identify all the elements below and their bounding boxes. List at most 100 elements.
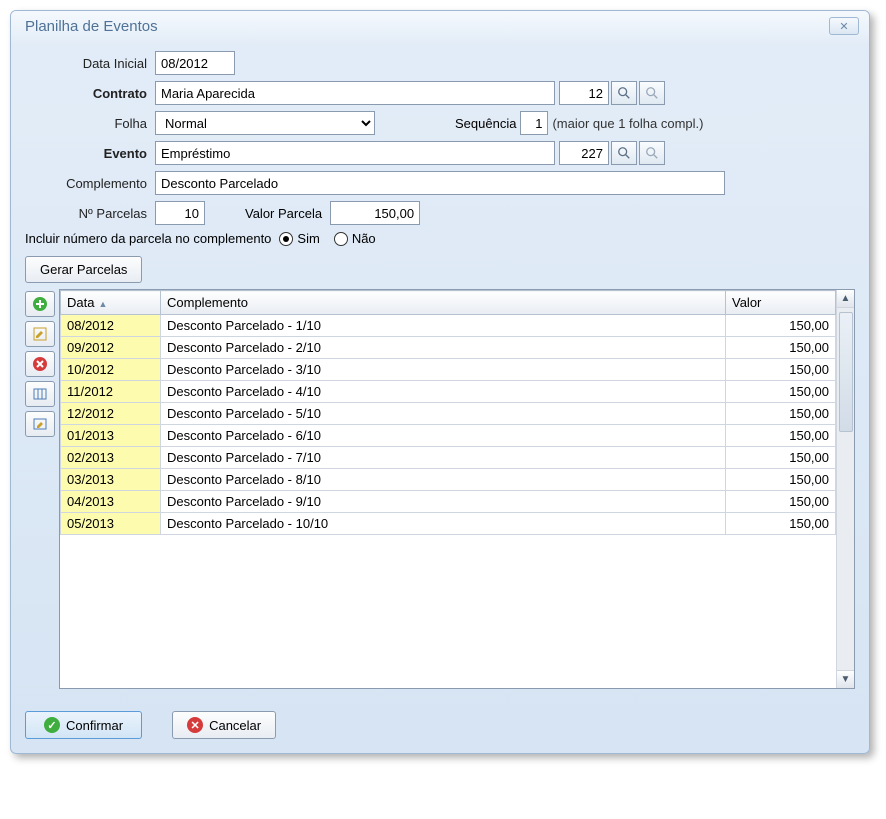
cell-complemento[interactable]: Desconto Parcelado - 2/10 — [161, 337, 726, 359]
table-row[interactable]: 12/2012Desconto Parcelado - 5/10150,00 — [61, 403, 836, 425]
table-row[interactable]: 09/2012Desconto Parcelado - 2/10150,00 — [61, 337, 836, 359]
label-n-parcelas: Nº Parcelas — [25, 206, 155, 221]
data-inicial-input[interactable] — [155, 51, 235, 75]
cell-data[interactable]: 09/2012 — [61, 337, 161, 359]
cell-data[interactable]: 08/2012 — [61, 315, 161, 337]
table-row[interactable]: 08/2012Desconto Parcelado - 1/10150,00 — [61, 315, 836, 337]
magnifier-icon — [617, 146, 631, 160]
cell-valor[interactable]: 150,00 — [726, 359, 836, 381]
x-circle-icon — [32, 356, 48, 372]
table-row[interactable]: 05/2013Desconto Parcelado - 10/10150,00 — [61, 513, 836, 535]
add-row-button[interactable] — [25, 291, 55, 317]
cell-valor[interactable]: 150,00 — [726, 315, 836, 337]
window-title: Planilha de Eventos — [25, 18, 158, 35]
grid-zone: Data▲ Complemento Valor 08/2012Desconto … — [25, 289, 855, 689]
footer: ✓ Confirmar ✕ Cancelar — [25, 711, 855, 739]
table-row[interactable]: 10/2012Desconto Parcelado - 3/10150,00 — [61, 359, 836, 381]
table-row[interactable]: 01/2013Desconto Parcelado - 6/10150,00 — [61, 425, 836, 447]
cell-complemento[interactable]: Desconto Parcelado - 3/10 — [161, 359, 726, 381]
scroll-up-icon[interactable]: ▲ — [837, 290, 854, 308]
cell-data[interactable]: 03/2013 — [61, 469, 161, 491]
radio-dot-icon — [279, 232, 293, 246]
radio-sim-label: Sim — [297, 231, 319, 246]
cell-valor[interactable]: 150,00 — [726, 491, 836, 513]
edit-cell-button[interactable] — [25, 411, 55, 437]
cell-valor[interactable]: 150,00 — [726, 381, 836, 403]
contrato-nome-input[interactable] — [155, 81, 555, 105]
cancelar-button[interactable]: ✕ Cancelar — [172, 711, 276, 739]
label-valor-parcela: Valor Parcela — [245, 206, 322, 221]
evento-id-input[interactable] — [559, 141, 609, 165]
evento-search-button[interactable] — [611, 141, 637, 165]
cell-valor[interactable]: 150,00 — [726, 447, 836, 469]
complemento-input[interactable] — [155, 171, 725, 195]
cell-complemento[interactable]: Desconto Parcelado - 8/10 — [161, 469, 726, 491]
contrato-search-button[interactable] — [611, 81, 637, 105]
table-row[interactable]: 04/2013Desconto Parcelado - 9/10150,00 — [61, 491, 836, 513]
cell-data[interactable]: 10/2012 — [61, 359, 161, 381]
magnifier-icon — [645, 146, 659, 160]
gerar-parcelas-button[interactable]: Gerar Parcelas — [25, 256, 142, 283]
incluir-prompt: Incluir número da parcela no complemento — [25, 231, 271, 246]
magnifier-icon — [645, 86, 659, 100]
edit-row-button[interactable] — [25, 321, 55, 347]
magnifier-icon — [617, 86, 631, 100]
radio-nao[interactable]: Não — [334, 231, 376, 246]
cell-valor[interactable]: 150,00 — [726, 425, 836, 447]
cell-complemento[interactable]: Desconto Parcelado - 4/10 — [161, 381, 726, 403]
check-circle-icon: ✓ — [44, 717, 60, 733]
label-contrato: Contrato — [25, 86, 155, 101]
confirmar-button[interactable]: ✓ Confirmar — [25, 711, 142, 739]
cell-complemento[interactable]: Desconto Parcelado - 1/10 — [161, 315, 726, 337]
x-circle-icon: ✕ — [187, 717, 203, 733]
cell-complemento[interactable]: Desconto Parcelado - 5/10 — [161, 403, 726, 425]
titlebar: Planilha de Eventos ✕ — [11, 11, 869, 45]
cell-data[interactable]: 05/2013 — [61, 513, 161, 535]
vertical-scrollbar[interactable]: ▲ ▼ — [836, 290, 854, 688]
table-row[interactable]: 02/2013Desconto Parcelado - 7/10150,00 — [61, 447, 836, 469]
pencil-box-icon — [32, 416, 48, 432]
valor-parcela-input[interactable] — [330, 201, 420, 225]
delete-row-button[interactable] — [25, 351, 55, 377]
evento-nome-input[interactable] — [155, 141, 555, 165]
table-row[interactable]: 11/2012Desconto Parcelado - 4/10150,00 — [61, 381, 836, 403]
cell-complemento[interactable]: Desconto Parcelado - 6/10 — [161, 425, 726, 447]
contrato-search2-button[interactable] — [639, 81, 665, 105]
columns-button[interactable] — [25, 381, 55, 407]
columns-icon — [32, 386, 48, 402]
cell-data[interactable]: 04/2013 — [61, 491, 161, 513]
cell-valor[interactable]: 150,00 — [726, 513, 836, 535]
contrato-id-input[interactable] — [559, 81, 609, 105]
cell-complemento[interactable]: Desconto Parcelado - 10/10 — [161, 513, 726, 535]
col-header-valor[interactable]: Valor — [726, 291, 836, 315]
col-header-data[interactable]: Data▲ — [61, 291, 161, 315]
cell-data[interactable]: 01/2013 — [61, 425, 161, 447]
cell-complemento[interactable]: Desconto Parcelado - 9/10 — [161, 491, 726, 513]
n-parcelas-input[interactable] — [155, 201, 205, 225]
cell-valor[interactable]: 150,00 — [726, 469, 836, 491]
scroll-thumb[interactable] — [839, 312, 853, 432]
cell-data[interactable]: 02/2013 — [61, 447, 161, 469]
close-button[interactable]: ✕ — [829, 17, 859, 35]
cell-data[interactable]: 11/2012 — [61, 381, 161, 403]
folha-select[interactable]: Normal — [155, 111, 375, 135]
label-evento: Evento — [25, 146, 155, 161]
scroll-down-icon[interactable]: ▼ — [837, 670, 854, 688]
event-sheet-window: Planilha de Eventos ✕ Data Inicial Contr… — [10, 10, 870, 754]
radio-sim[interactable]: Sim — [279, 231, 319, 246]
cell-complemento[interactable]: Desconto Parcelado - 7/10 — [161, 447, 726, 469]
table-row[interactable]: 03/2013Desconto Parcelado - 8/10150,00 — [61, 469, 836, 491]
radio-dot-icon — [334, 232, 348, 246]
body: Data Inicial Contrato Folha Normal Sequê… — [11, 45, 869, 753]
plus-circle-icon — [32, 296, 48, 312]
cell-valor[interactable]: 150,00 — [726, 403, 836, 425]
sequencia-input[interactable] — [520, 111, 548, 135]
cell-valor[interactable]: 150,00 — [726, 337, 836, 359]
parcelas-grid: Data▲ Complemento Valor 08/2012Desconto … — [60, 290, 836, 535]
pencil-icon — [32, 326, 48, 342]
cell-data[interactable]: 12/2012 — [61, 403, 161, 425]
grid-toolbar — [25, 289, 59, 689]
evento-search2-button[interactable] — [639, 141, 665, 165]
col-header-complemento[interactable]: Complemento — [161, 291, 726, 315]
close-icon: ✕ — [839, 20, 848, 33]
